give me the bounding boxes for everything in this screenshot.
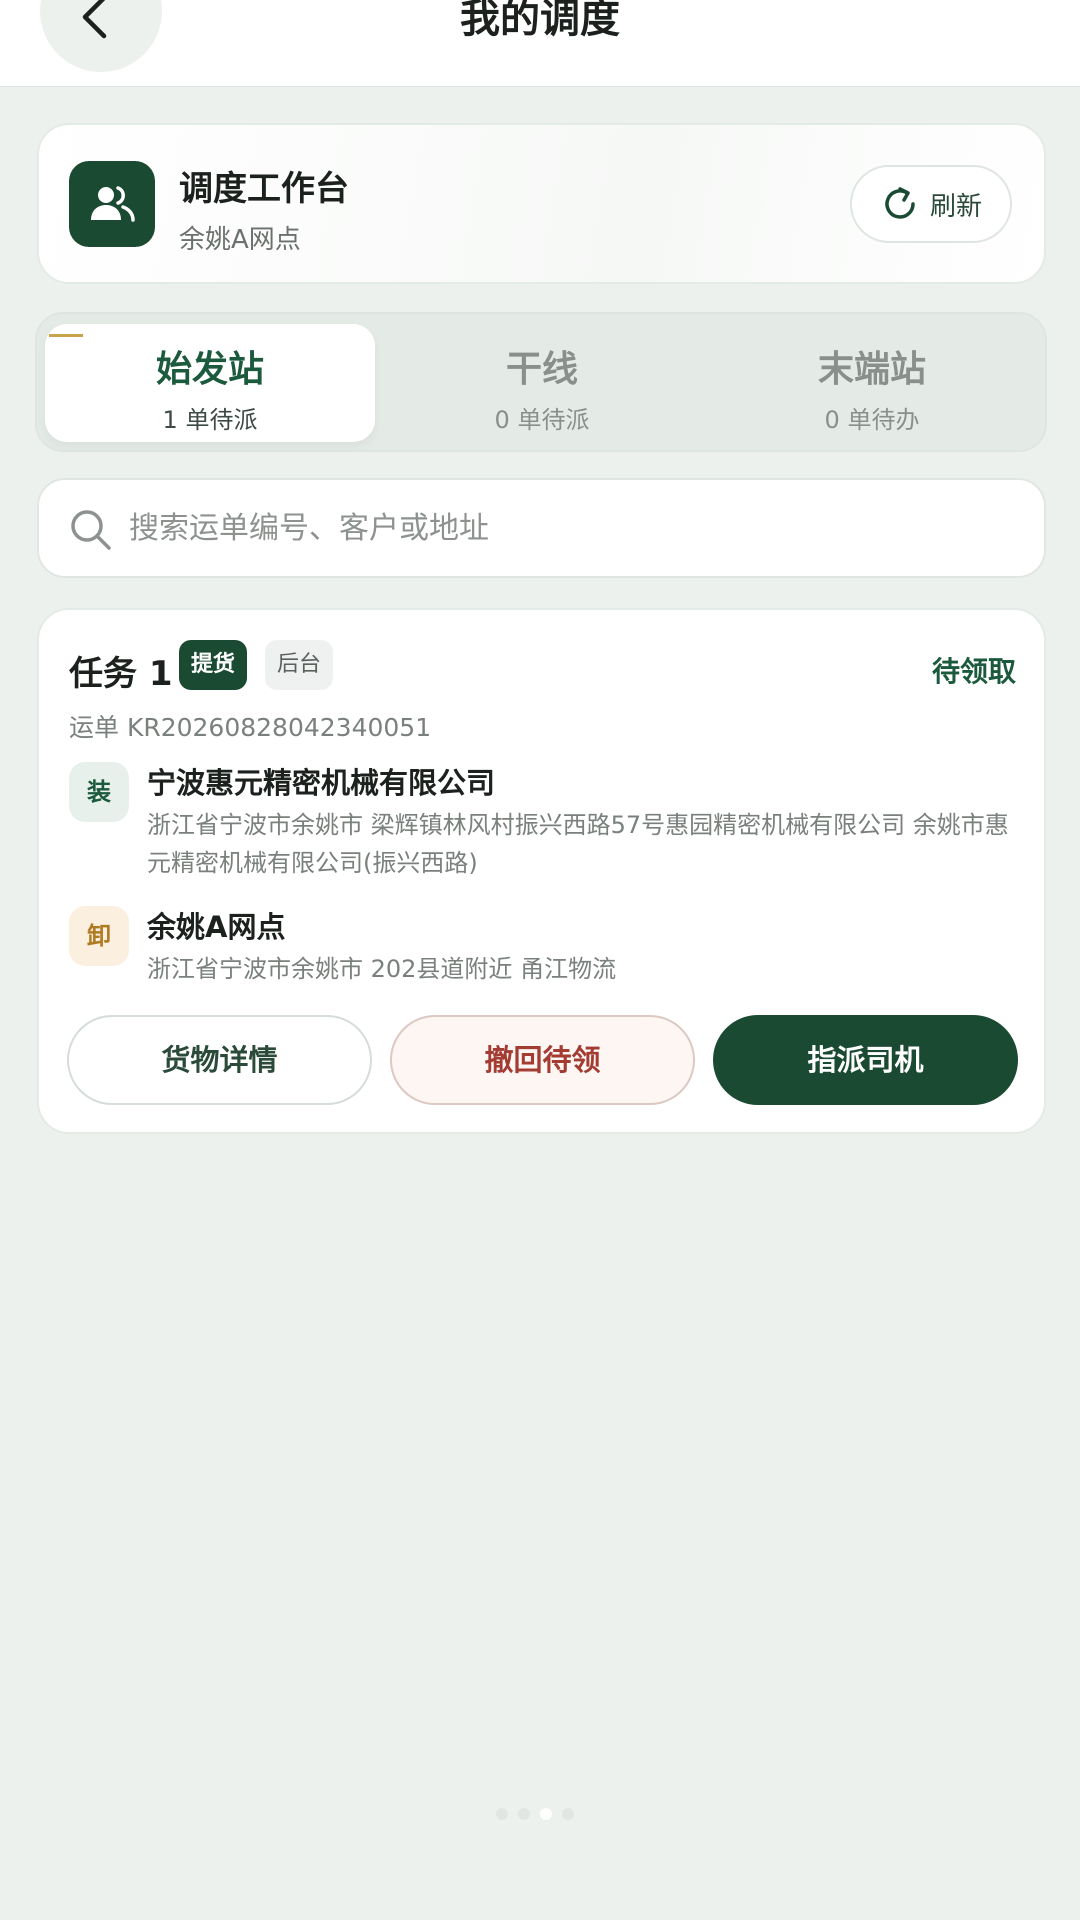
workstation-card: 调度工作台 余姚A网点 刷新 xyxy=(37,123,1046,284)
tab-terminal-station[interactable]: 末端站 0 单待办 xyxy=(707,324,1037,442)
tab-trunk-line[interactable]: 干线 0 单待派 xyxy=(377,324,707,442)
station-tabs: 始发站 1 单待派 干线 0 单待派 末端站 0 单待办 xyxy=(35,312,1047,452)
unload-icon: 卸 xyxy=(69,906,129,966)
page-dot xyxy=(518,1808,530,1820)
tab-name: 始发站 xyxy=(155,349,264,390)
page-indicator xyxy=(496,1808,574,1820)
load-company-name: 宁波惠元精密机械有限公司 xyxy=(147,766,496,800)
workstation-subtitle: 余姚A网点 xyxy=(179,225,301,255)
tab-count: 0 单待派 xyxy=(494,406,590,434)
search-icon xyxy=(71,510,111,550)
page-dot-active xyxy=(540,1808,552,1820)
unload-address: 浙江省宁波市余姚市 202县道附近 甬江物流 xyxy=(147,955,617,983)
task-status: 待领取 xyxy=(931,655,1016,688)
load-address: 浙江省宁波市余姚市 梁辉镇林风村振兴西路57号惠园精密机械有限公司 余姚市惠元精… xyxy=(147,811,1009,877)
workstation-title: 调度工作台 xyxy=(179,169,349,209)
recall-pending-button[interactable]: 撤回待领 xyxy=(390,1015,695,1105)
tab-name: 干线 xyxy=(505,349,578,390)
refresh-button[interactable]: 刷新 xyxy=(850,165,1012,243)
users-icon xyxy=(69,161,155,247)
task-source-badge: 后台 xyxy=(265,640,334,690)
refresh-label: 刷新 xyxy=(929,191,982,222)
load-icon: 装 xyxy=(69,762,129,822)
tab-count: 1 单待派 xyxy=(162,406,258,434)
tab-accent-mark xyxy=(49,334,83,337)
search-input[interactable] xyxy=(129,506,1009,550)
search-bar xyxy=(37,478,1046,578)
refresh-icon xyxy=(885,187,915,219)
unload-site-name: 余姚A网点 xyxy=(147,910,286,944)
page-dot xyxy=(496,1808,508,1820)
page-title: 我的调度 xyxy=(460,0,620,42)
cargo-details-button[interactable]: 货物详情 xyxy=(67,1015,372,1105)
task-title: 任务 1 xyxy=(69,654,173,694)
header-bar: 我的调度 xyxy=(0,0,1080,87)
task-type-badge: 提货 xyxy=(179,640,248,690)
tab-count: 0 单待办 xyxy=(824,406,920,434)
tab-origin-station[interactable]: 始发站 1 单待派 xyxy=(45,324,375,442)
waybill-number: 运单 KR20260828042340051 xyxy=(69,713,432,742)
page-dot xyxy=(562,1808,574,1820)
task-card: 任务 1 提货 后台 待领取 运单 KR20260828042340051 装 … xyxy=(37,608,1046,1134)
assign-driver-button[interactable]: 指派司机 xyxy=(713,1015,1018,1105)
tab-name: 末端站 xyxy=(817,349,926,390)
